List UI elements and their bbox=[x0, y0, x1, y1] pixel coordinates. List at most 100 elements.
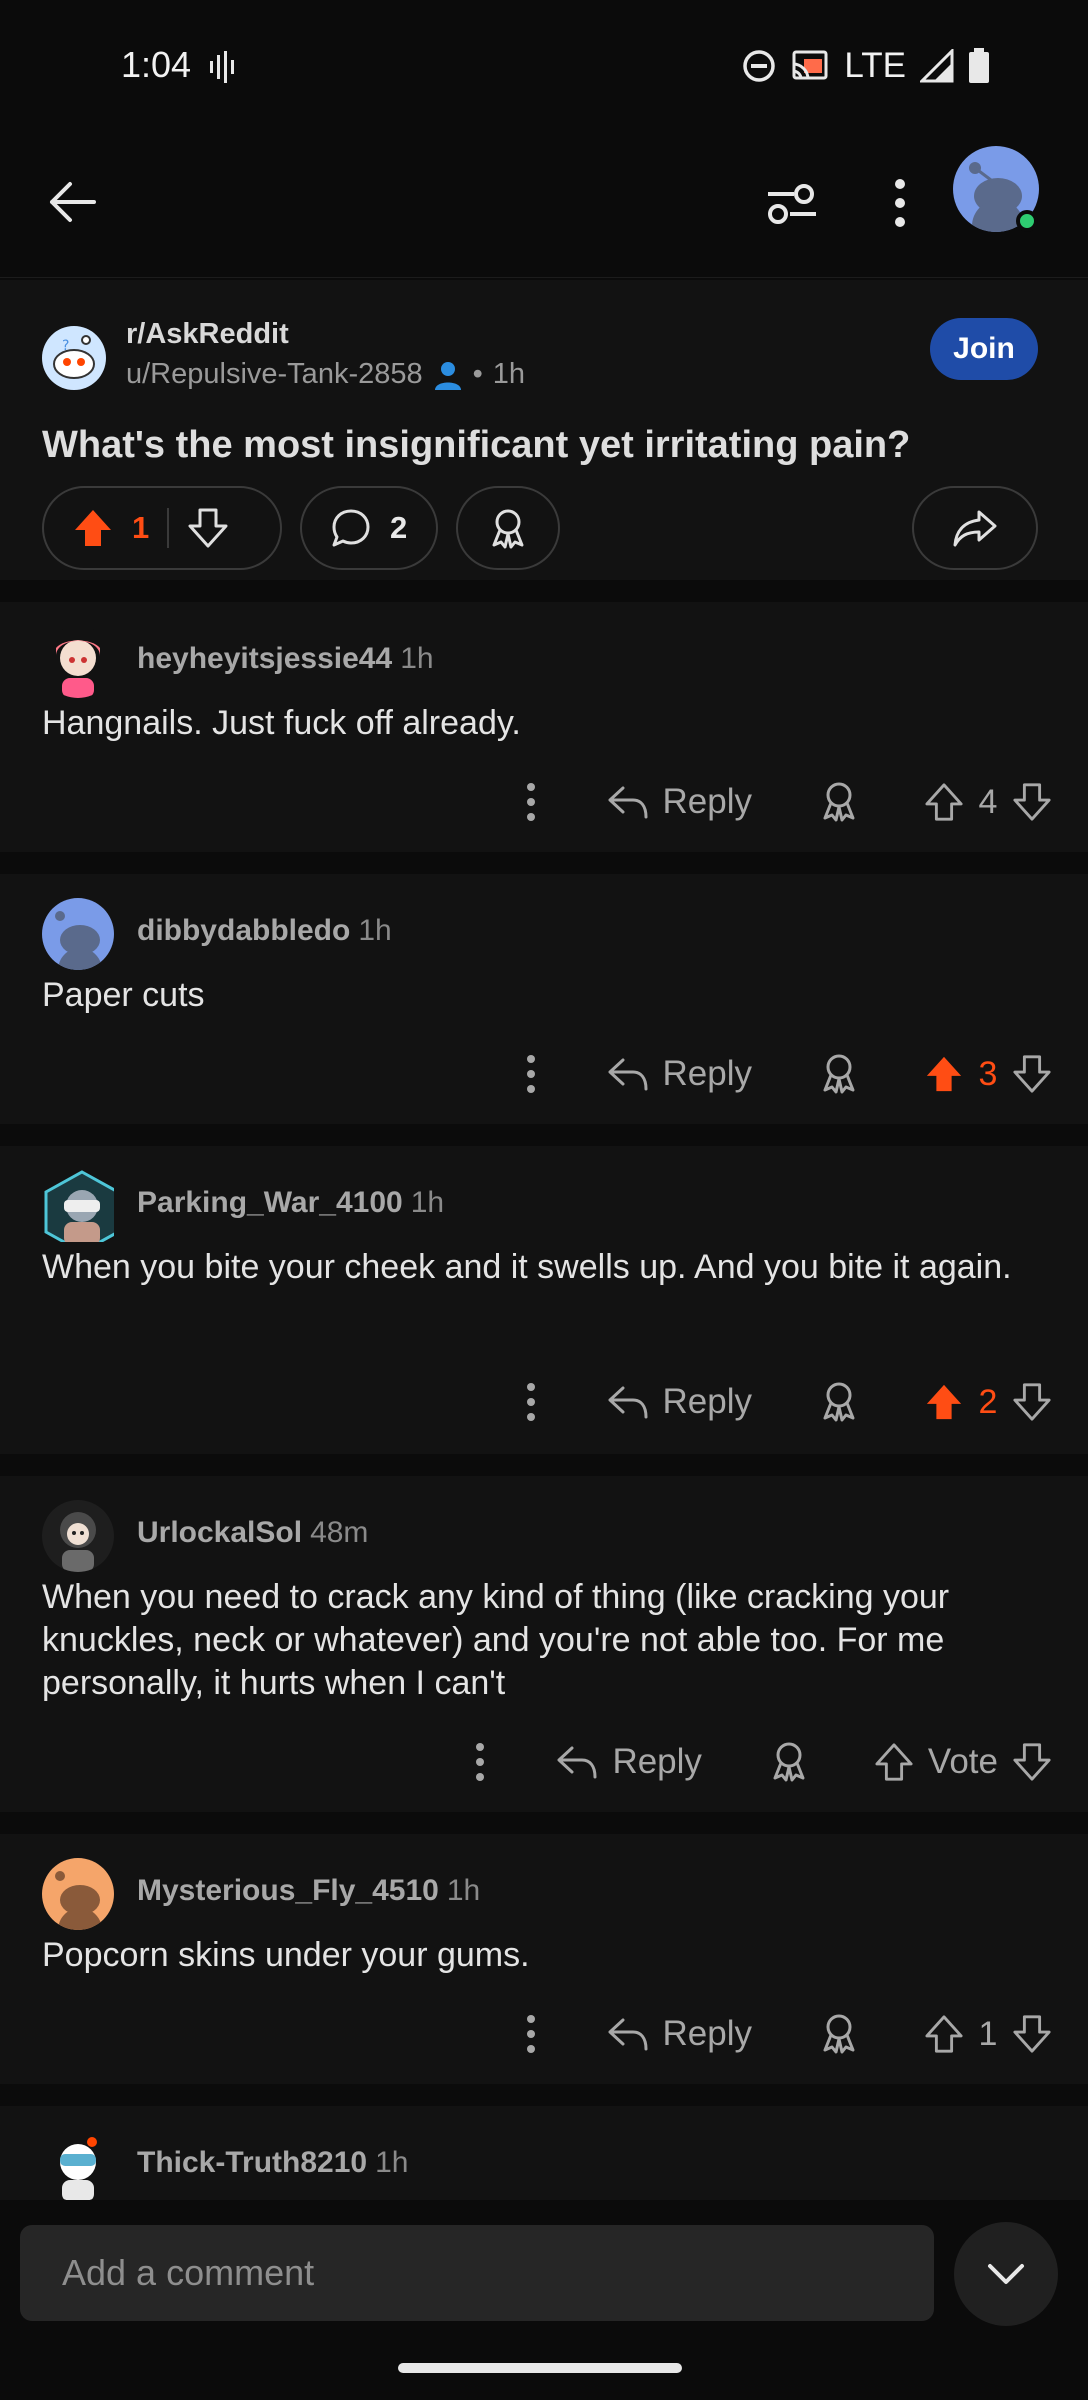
comment-more-icon[interactable] bbox=[501, 782, 561, 822]
comment-avatar[interactable] bbox=[42, 626, 114, 698]
status-bar: 1:04 LTE bbox=[0, 0, 1088, 130]
battery-icon bbox=[969, 48, 989, 83]
comment-count: 2 bbox=[390, 510, 408, 545]
downvote-icon[interactable] bbox=[1012, 782, 1052, 822]
comment-score: 3 bbox=[978, 1054, 998, 1093]
upvote-icon[interactable] bbox=[924, 2014, 964, 2054]
post-score: 1 bbox=[132, 510, 150, 545]
award-icon[interactable] bbox=[818, 1380, 860, 1424]
upvote-icon[interactable] bbox=[924, 1054, 964, 1094]
downvote-icon[interactable] bbox=[187, 507, 229, 549]
comment-actions: Reply 4 bbox=[501, 772, 1052, 832]
comment-time: 1h bbox=[358, 914, 392, 947]
comment-actions: Reply Vote bbox=[450, 1732, 1052, 1792]
reply-icon bbox=[608, 2018, 648, 2051]
downvote-icon[interactable] bbox=[1012, 2014, 1052, 2054]
online-status-dot bbox=[1016, 210, 1038, 232]
comment-time: 1h bbox=[400, 642, 434, 675]
reply-button[interactable]: Reply bbox=[607, 1382, 752, 1422]
comment-username[interactable]: heyheyitsjessie44 1h bbox=[137, 642, 434, 676]
comment-body: Popcorn skins under your gums. bbox=[42, 1936, 530, 1974]
filter-icon[interactable] bbox=[766, 182, 818, 226]
reply-icon bbox=[608, 1058, 648, 1091]
subreddit-name[interactable]: r/AskReddit bbox=[126, 318, 289, 351]
post-title: What's the most insignificant yet irrita… bbox=[42, 424, 911, 466]
comment-icon bbox=[332, 509, 370, 547]
share-button[interactable] bbox=[912, 486, 1038, 570]
network-type: LTE bbox=[844, 46, 906, 85]
collapse-button[interactable] bbox=[954, 2222, 1058, 2326]
award-icon[interactable] bbox=[818, 2012, 860, 2056]
post-actions: 1 2 bbox=[42, 486, 560, 570]
comment-more-icon[interactable] bbox=[501, 1382, 561, 1422]
reply-button[interactable]: Reply bbox=[607, 2014, 752, 2054]
comment-avatar[interactable] bbox=[42, 1500, 114, 1572]
post-award-button[interactable] bbox=[456, 486, 560, 570]
comment-actions: Reply 2 bbox=[501, 1372, 1052, 1432]
comment-more-icon[interactable] bbox=[501, 2014, 561, 2054]
comment-actions: Reply 3 bbox=[501, 1044, 1052, 1104]
chevron-down-icon bbox=[988, 2264, 1024, 2284]
comment-avatar[interactable] bbox=[42, 1858, 114, 1930]
reply-icon bbox=[608, 786, 648, 819]
comment-username[interactable]: Mysterious_Fly_4510 1h bbox=[137, 1874, 480, 1908]
post-age: 1h bbox=[492, 358, 526, 390]
comment-time: 48m bbox=[310, 1516, 369, 1549]
reply-button[interactable]: Reply bbox=[607, 782, 752, 822]
svg-text:?: ? bbox=[62, 338, 69, 354]
comment-username[interactable]: Thick-Truth8210 1h bbox=[137, 2146, 408, 2180]
audio-wave-icon bbox=[210, 51, 234, 83]
comment-avatar[interactable] bbox=[42, 1170, 114, 1242]
reply-icon bbox=[557, 1746, 597, 1779]
comment-body: Hangnails. Just fuck off already. bbox=[42, 704, 521, 742]
share-icon bbox=[953, 510, 997, 547]
back-arrow-icon[interactable] bbox=[44, 174, 100, 230]
comment-item: dibbydabbledo 1h Paper cuts Reply 3 bbox=[0, 874, 1088, 1124]
comment-item: Mysterious_Fly_4510 1h Popcorn skins unde… bbox=[0, 1834, 1088, 2084]
comment-item: heyheyitsjessie44 1h Hangnails. Just fuck… bbox=[0, 602, 1088, 852]
subreddit-avatar[interactable]: ? bbox=[42, 326, 106, 390]
comment-score: 4 bbox=[978, 782, 998, 821]
post-comments-button[interactable]: 2 bbox=[300, 486, 438, 570]
cast-icon bbox=[792, 50, 828, 80]
downvote-icon[interactable] bbox=[1012, 1742, 1052, 1782]
comment-username[interactable]: Parking_War_4100 1h bbox=[137, 1186, 444, 1220]
post-vote-pill: 1 bbox=[42, 486, 282, 570]
downvote-icon[interactable] bbox=[1012, 1382, 1052, 1422]
comment-score: 2 bbox=[978, 1382, 998, 1421]
vote-divider bbox=[167, 508, 170, 548]
upvote-icon[interactable] bbox=[924, 1382, 964, 1422]
comment-username[interactable]: UrlockalSol 48m bbox=[137, 1516, 368, 1550]
home-indicator[interactable] bbox=[398, 2363, 682, 2373]
join-button[interactable]: Join bbox=[930, 318, 1038, 380]
vote-label: Vote bbox=[927, 1742, 998, 1781]
upvote-icon[interactable] bbox=[924, 782, 964, 822]
post-author[interactable]: u/Repulsive-Tank-2858 bbox=[126, 358, 423, 391]
more-vertical-icon[interactable] bbox=[888, 178, 912, 228]
award-icon bbox=[492, 509, 524, 549]
comment-username[interactable]: dibbydabbledo 1h bbox=[137, 914, 392, 948]
comment-avatar[interactable] bbox=[42, 898, 114, 970]
comment-body: When you need to crack any kind of thing… bbox=[42, 1578, 950, 1702]
add-comment-input[interactable]: Add a comment bbox=[20, 2225, 934, 2321]
award-icon[interactable] bbox=[818, 780, 860, 824]
comment-time: 1h bbox=[446, 1874, 481, 1907]
award-icon[interactable] bbox=[818, 1052, 860, 1096]
reply-button[interactable]: Reply bbox=[556, 1742, 702, 1782]
comment-score: 1 bbox=[978, 2014, 998, 2053]
downvote-icon[interactable] bbox=[1012, 1054, 1052, 1094]
post-meta: u/Repulsive-Tank-2858 • 1h bbox=[126, 358, 525, 391]
comment-item: Parking_War_4100 1h When you bite your ch… bbox=[0, 1146, 1088, 1454]
comment-item: Thick-Truth8210 1h bbox=[0, 2106, 1088, 2202]
upvote-icon[interactable] bbox=[72, 507, 114, 549]
comment-more-icon[interactable] bbox=[450, 1742, 510, 1782]
comment-avatar[interactable] bbox=[42, 2130, 114, 2202]
comment-more-icon[interactable] bbox=[501, 1054, 561, 1094]
comment-item: UrlockalSol 48m When you need to crack an… bbox=[0, 1476, 1088, 1812]
comment-time: 1h bbox=[410, 1186, 445, 1219]
top-app-bar bbox=[0, 130, 1088, 278]
award-icon[interactable] bbox=[768, 1740, 810, 1784]
reply-button[interactable]: Reply bbox=[607, 1054, 752, 1094]
status-time: 1:04 bbox=[121, 44, 192, 85]
upvote-icon[interactable] bbox=[874, 1742, 914, 1782]
